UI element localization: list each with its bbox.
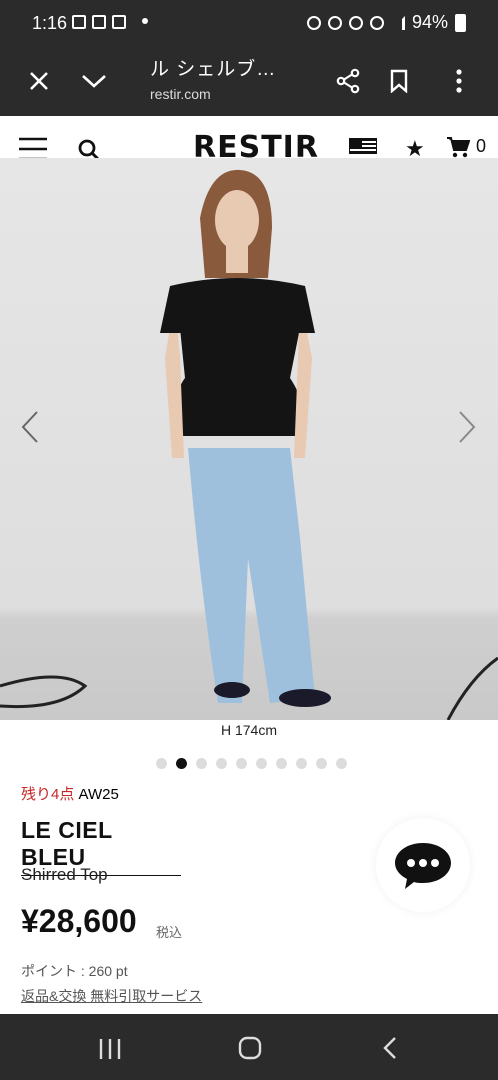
carousel-dot[interactable] [216, 758, 227, 769]
recent-apps-button[interactable] [98, 1038, 122, 1065]
chevron-down-icon[interactable] [77, 64, 111, 98]
browser-toolbar: ル シェルブ… restir.com [0, 46, 498, 116]
carousel-indicators[interactable] [156, 758, 347, 769]
us-flag-icon[interactable] [349, 138, 377, 154]
image-notification-icon [72, 15, 86, 29]
tax-included-label: 税込 [156, 925, 183, 940]
battery-icon [455, 13, 466, 32]
status-bar: 1:16 94% [0, 0, 498, 46]
stock-info: 残り4点 AW25 [21, 783, 119, 804]
carousel-dot[interactable] [256, 758, 267, 769]
chat-bubble-icon [395, 843, 451, 889]
returns-link[interactable]: 返品&交換 無料引取サービス [21, 986, 202, 1006]
carousel-dot[interactable] [296, 758, 307, 769]
home-button[interactable] [238, 1036, 262, 1065]
points-info: ポイント : 260 pt [21, 963, 128, 979]
product-name: Shirred Top [21, 865, 108, 884]
signal-icon [391, 15, 405, 30]
carousel-dot[interactable] [336, 758, 347, 769]
bookmark-icon[interactable] [382, 64, 416, 98]
notification-icons [72, 15, 126, 29]
wifi-icon [369, 15, 384, 30]
product-price: ¥28,600 [21, 903, 137, 939]
app-notification-icon [92, 15, 106, 29]
app-notification-icon [112, 15, 126, 29]
cart-count: 0 [476, 136, 487, 156]
location-icon [348, 15, 363, 30]
carousel-dot[interactable] [316, 758, 327, 769]
share-icon[interactable] [331, 64, 365, 98]
carousel-dot[interactable] [176, 758, 187, 769]
status-icons: 94% [306, 12, 466, 33]
mute-icon [327, 15, 342, 30]
carousel-dot[interactable] [276, 758, 287, 769]
carousel-dot[interactable] [156, 758, 167, 769]
more-options-icon[interactable] [442, 64, 476, 98]
system-nav-bar [0, 1014, 498, 1080]
site-header: RESTIR ★ 0 [0, 116, 498, 165]
close-icon[interactable] [22, 64, 56, 98]
product-image[interactable] [0, 158, 498, 720]
season-label: AW25 [78, 786, 119, 803]
carousel-next-arrow[interactable] [457, 410, 477, 449]
carousel-dot[interactable] [236, 758, 247, 769]
carousel-dot[interactable] [196, 758, 207, 769]
more-notifications-dot [142, 18, 148, 24]
alarm-icon [306, 15, 321, 30]
battery-percent: 94% [411, 12, 448, 32]
model-photo [0, 169, 498, 720]
carousel-prev-arrow[interactable] [20, 410, 40, 449]
back-button[interactable] [382, 1036, 398, 1065]
status-time: 1:16 [32, 13, 68, 33]
chat-button[interactable] [376, 818, 470, 912]
stock-remaining: 残り4点 [21, 786, 75, 803]
page-url: restir.com [150, 86, 211, 102]
page-title: ル シェルブ… [150, 59, 277, 80]
model-height-caption: H 174cm [220, 722, 278, 738]
